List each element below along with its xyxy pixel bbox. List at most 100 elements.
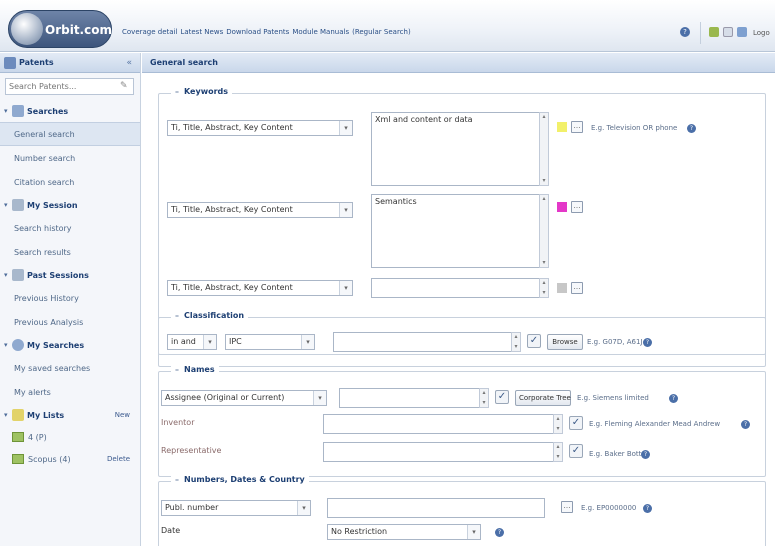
link-module-manuals[interactable]: Module Manuals (292, 28, 349, 36)
top-right-tools: Logo (700, 22, 775, 44)
nav-group-searches[interactable]: ▾ Searches (0, 100, 140, 122)
chevron-down-icon: ▾ (297, 501, 310, 515)
link-coverage[interactable]: Coverage detail (122, 28, 177, 36)
sidebar-item-search-history[interactable]: Search history (0, 216, 140, 240)
sidebar-item-previous-history[interactable]: Previous History (0, 286, 140, 310)
scrollbar[interactable]: ▴ ▾ (553, 414, 563, 434)
pencil-icon[interactable]: ✎ (120, 81, 130, 91)
left-panel-header: Patents « (0, 53, 140, 73)
nav-group-label: My Session (27, 200, 78, 210)
inventor-input[interactable] (323, 414, 563, 434)
classification-section: – Classification in and ▾ IPC ▾ ▴ ▾ ✓ Browse… (158, 311, 766, 367)
help-icon[interactable]: ? (741, 420, 750, 429)
link-download-patents[interactable]: Download Patents (226, 28, 289, 36)
keyword-field-select-3[interactable]: Ti, Title, Abstract, Key Content ▾ (167, 280, 353, 296)
patents-search-input[interactable] (6, 79, 114, 94)
names-legend[interactable]: – Names (171, 365, 219, 374)
representative-input[interactable] (323, 442, 563, 462)
classification-scheme-select[interactable]: IPC ▾ (225, 334, 315, 350)
help-icon[interactable]: ? (643, 338, 652, 347)
my-searches-icon (12, 339, 24, 351)
checkmark-icon[interactable]: ✓ (569, 444, 583, 458)
numbers-section: – Numbers, Dates & Country Publ. number ▾ … (158, 475, 766, 546)
collapse-icon[interactable]: « (126, 58, 132, 68)
browse-button[interactable]: Browse (547, 334, 583, 350)
help-icon[interactable]: ? (680, 27, 690, 37)
main-panel: General search – Keywords Ti, Title, Abst… (142, 53, 775, 546)
list-folder-icon (12, 454, 24, 464)
classification-operator-select[interactable]: in and ▾ (167, 334, 217, 350)
more-options-button[interactable]: … (571, 121, 583, 133)
number-field-select[interactable]: Publ. number ▾ (161, 500, 311, 516)
chevron-down-icon: ▾ (339, 281, 352, 295)
nav-group-past-sessions[interactable]: ▾ Past Sessions (0, 264, 140, 286)
orbit-logo[interactable]: Orbit.com (8, 10, 112, 48)
keyword-field-select-2[interactable]: Ti, Title, Abstract, Key Content ▾ (167, 202, 353, 218)
list-item[interactable]: Scopus (4) Delete (0, 448, 140, 470)
sidebar-item-previous-analysis[interactable]: Previous Analysis (0, 310, 140, 334)
checkmark-icon[interactable]: ✓ (495, 390, 509, 404)
date-label: Date (161, 526, 181, 535)
more-options-button[interactable]: … (561, 501, 573, 513)
list-folder-icon (12, 432, 24, 442)
help-icon[interactable]: ? (687, 124, 696, 133)
date-select[interactable]: No Restriction ▾ (327, 524, 481, 540)
window-icon[interactable] (737, 27, 747, 37)
classification-input[interactable] (333, 332, 521, 352)
link-regular-search[interactable]: (Regular Search) (352, 28, 411, 36)
sidebar-item-saved-searches[interactable]: My saved searches (0, 356, 140, 380)
scrollbar[interactable]: ▴ ▾ (553, 442, 563, 462)
help-icon[interactable]: ? (495, 528, 504, 537)
keywords-legend[interactable]: – Keywords (171, 87, 233, 96)
chevron-down-icon: ▾ (203, 335, 216, 349)
example-text: E.g. EP0000000 (581, 504, 637, 512)
link-latest-news[interactable]: Latest News (180, 28, 223, 36)
example-text: E.g. Fleming Alexander Mead Andrew (589, 420, 721, 428)
print-icon[interactable] (723, 27, 733, 37)
new-list-link[interactable]: New (115, 411, 130, 419)
keyword-input-3[interactable] (371, 278, 549, 298)
keyword-field-select-1[interactable]: Ti, Title, Abstract, Key Content ▾ (167, 120, 353, 136)
help-icon[interactable]: ? (643, 504, 652, 513)
scrollbar[interactable]: ▴ ▾ (479, 388, 489, 408)
delete-list-link[interactable]: Delete (107, 455, 130, 463)
corporate-tree-button[interactable]: Corporate Tree (515, 390, 571, 406)
nav-group-my-session[interactable]: ▾ My Session (0, 194, 140, 216)
color-swatch[interactable] (557, 202, 567, 212)
logout-link[interactable]: Logo (753, 29, 770, 37)
color-swatch[interactable] (557, 283, 567, 293)
names-field-select[interactable]: Assignee (Original or Current) ▾ (161, 390, 327, 406)
scrollbar[interactable]: ▴ ▾ (511, 332, 521, 352)
scrollbar[interactable]: ▴ ▾ (539, 194, 549, 268)
home-icon[interactable] (709, 27, 719, 37)
checkmark-icon[interactable]: ✓ (569, 416, 583, 430)
sidebar-item-number-search[interactable]: Number search (0, 146, 140, 170)
sidebar-item-my-alerts[interactable]: My alerts (0, 380, 140, 404)
sidebar-item-general-search[interactable]: General search (0, 122, 140, 146)
nav-group-label: My Searches (27, 340, 85, 350)
number-input[interactable] (327, 498, 545, 518)
numbers-legend[interactable]: – Numbers, Dates & Country (171, 475, 309, 484)
help-icon[interactable]: ? (641, 450, 650, 459)
color-swatch[interactable] (557, 122, 567, 132)
help-icon[interactable]: ? (669, 394, 678, 403)
keyword-textarea-1[interactable]: Xml and content or data (371, 112, 549, 186)
more-options-button[interactable]: … (571, 282, 583, 294)
more-options-button[interactable]: … (571, 201, 583, 213)
logo-text: Orbit.com (45, 23, 112, 37)
sidebar-item-citation-search[interactable]: Citation search (0, 170, 140, 194)
checkmark-icon[interactable]: ✓ (527, 334, 541, 348)
list-item[interactable]: 4 (P) (0, 426, 140, 448)
nav-group-my-searches[interactable]: ▾ My Searches (0, 334, 140, 356)
sidebar-item-search-results[interactable]: Search results (0, 240, 140, 264)
top-bar: Orbit.com Coverage detail Latest News Do… (0, 0, 775, 52)
left-panel-title: Patents (19, 58, 54, 67)
assignee-input[interactable] (339, 388, 489, 408)
scrollbar[interactable]: ▴ ▾ (539, 278, 549, 298)
collapse-triangle-icon: ▾ (4, 271, 8, 279)
keyword-textarea-2[interactable]: Semantics (371, 194, 549, 268)
scrollbar[interactable]: ▴ ▾ (539, 112, 549, 186)
main-header: General search (142, 53, 775, 73)
classification-legend[interactable]: – Classification (171, 311, 249, 320)
nav-group-my-lists[interactable]: ▾ My Lists New (0, 404, 140, 426)
